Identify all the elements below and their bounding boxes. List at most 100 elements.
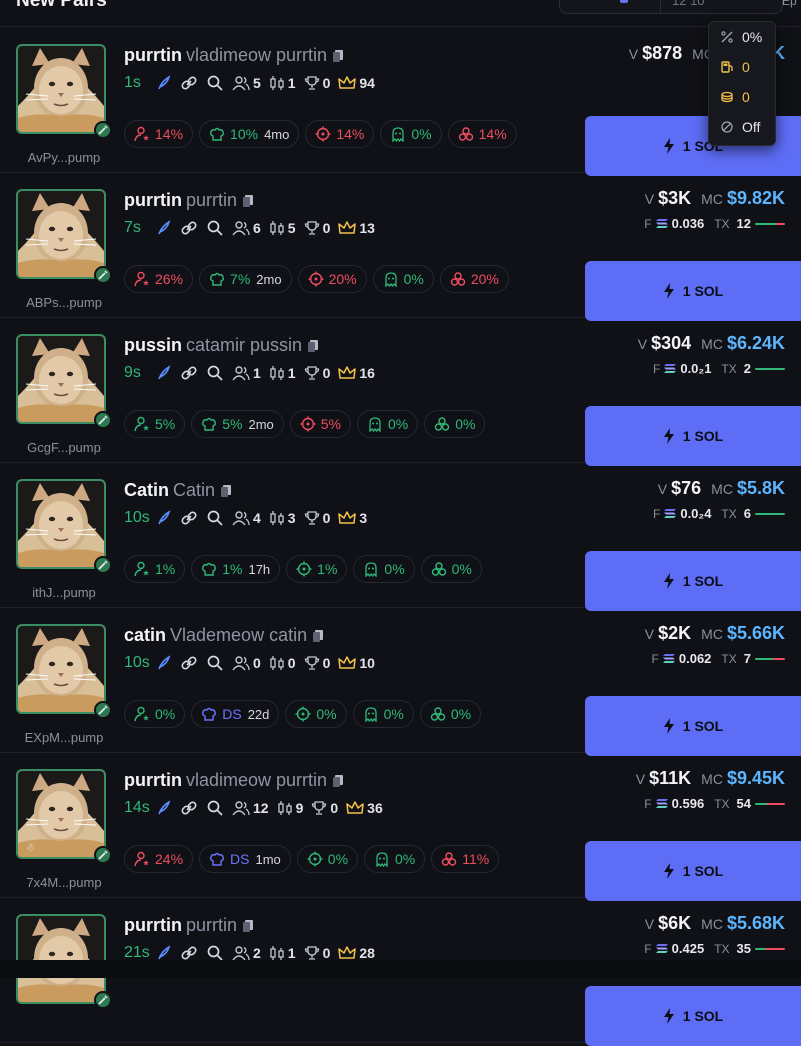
top10-holders-pill[interactable]: 14% [124,120,194,148]
top10-holders-pill[interactable]: 0% [124,700,186,728]
search-icon[interactable] [206,219,224,237]
copy-icon[interactable] [221,485,232,497]
token-avatar[interactable] [16,44,106,134]
users-icon [232,220,253,236]
quill-icon[interactable] [156,365,172,381]
tx-label: TX [721,361,737,376]
snipers-pill[interactable]: 1% [286,555,348,583]
token-avatar[interactable] [16,914,106,1004]
bundlers-pill[interactable]: 0% [420,555,482,583]
header-filter-control[interactable]: 12 10 [559,0,783,14]
search-icon[interactable] [206,509,224,527]
market-cap-value: $5.68K [726,913,785,933]
quick-buy-button[interactable]: 1 SOL [585,696,801,756]
search-icon[interactable] [206,799,224,817]
bundlers-pill[interactable]: 11% [431,845,500,873]
bundlers-pill[interactable]: 14% [447,120,517,148]
dev-holding-pill[interactable]: DS 1mo [199,845,291,873]
quill-icon[interactable] [156,945,172,961]
crown-count: 36 [367,800,383,816]
token-address[interactable]: EXpM...pump [12,730,116,745]
token-row[interactable]: EXpM...pump catin Vlademeow catin 10s 0 0 0 10 0… [0,607,801,756]
dev-holding-pill[interactable]: DS 22d [191,700,280,728]
quick-buy-button[interactable]: 1 SOL [585,551,801,611]
top10-holders-pill[interactable]: 26% [124,265,194,293]
insiders-pill[interactable]: 0% [352,700,414,728]
search-icon[interactable] [206,654,224,672]
link-icon[interactable] [180,799,198,817]
top10-holders-pill[interactable]: 5% [124,410,186,438]
link-icon[interactable] [180,654,198,672]
bundlers-pill[interactable]: 20% [439,265,509,293]
link-icon[interactable] [180,74,198,92]
copy-icon[interactable] [313,630,324,642]
top10-holders-pill[interactable]: 1% [124,555,186,583]
insiders-pill[interactable]: 0% [364,845,426,873]
buy-amount: 1 SOL [682,863,724,879]
token-avatar[interactable]: ☃ [16,769,106,859]
copy-icon[interactable] [333,50,344,62]
snipers-pill[interactable]: 20% [297,265,367,293]
link-icon[interactable] [180,219,198,237]
quick-buy-button[interactable]: 1 SOL [585,406,801,466]
priority-fee-item[interactable]: 0 [720,57,750,77]
dev-holding-pill[interactable]: 5% 2mo [191,410,284,438]
search-icon[interactable] [206,74,224,92]
quick-buy-button[interactable]: 1 SOL [585,841,801,901]
top10-holders-pill[interactable]: 24% [124,845,194,873]
token-row[interactable]: AvPy...pump purrtin vladimeow purrtin 1s 5 1 0… [0,27,801,176]
quill-icon[interactable] [156,220,172,236]
search-icon[interactable] [206,364,224,382]
snipers-pill[interactable]: 0% [285,700,347,728]
pill-value: 7% [230,271,251,287]
token-row[interactable]: ABPs...pump purrtin purrtin 7s 6 5 0 13 26% 7% 2mo… [0,172,801,321]
bundlers-pill[interactable]: 0% [424,410,486,438]
dev-holding-pill[interactable]: 1% 17h [191,555,281,583]
copy-icon[interactable] [243,195,254,207]
token-row[interactable]: ithJ...pump Catin Catin 10s 4 3 0 3 1% 1% 17h 1% 0% 0… [0,462,801,611]
token-avatar[interactable] [16,189,106,279]
quick-buy-button[interactable]: 1 SOL [585,261,801,321]
dev-holding-pill[interactable]: 7% 2mo [199,265,292,293]
token-address[interactable]: ithJ...pump [12,585,116,600]
pill-value: 1% [155,561,176,577]
token-address[interactable]: AvPy...pump [12,150,116,165]
market-cap-value: $9.82K [726,188,785,208]
fee-value: 0.596 [671,796,705,811]
link-icon[interactable] [180,364,198,382]
snipers-pill[interactable]: 5% [289,410,351,438]
insiders-pill[interactable]: 0% [372,265,434,293]
header-extra[interactable]: Ep [782,0,797,8]
token-address[interactable]: GcgF...pump [12,440,116,455]
mev-item[interactable]: Off [720,117,760,137]
lightning-icon [663,138,683,154]
snipers-pill[interactable]: 0% [296,845,359,873]
token-avatar[interactable] [16,479,106,569]
insiders-pill[interactable]: 0% [353,555,415,583]
slippage-item[interactable]: 0% [720,27,762,47]
token-address[interactable]: ABPs...pump [12,295,116,310]
insiders-pill[interactable]: 0% [380,120,442,148]
token-row[interactable]: GcgF...pump pussin catamir pussin 9s 1 1 0 16 5%… [0,317,801,466]
quill-icon[interactable] [156,510,172,526]
trophy-count: 0 [322,655,331,671]
coin-stack-icon [721,91,733,103]
insiders-pill[interactable]: 0% [357,410,419,438]
token-avatar[interactable] [16,334,106,424]
link-icon[interactable] [180,509,198,527]
quick-buy-button[interactable]: 1 SOL [585,986,801,1046]
quill-icon[interactable] [156,800,172,816]
dev-holding-pill[interactable]: 10% 4mo [199,120,300,148]
snipers-pill[interactable]: 14% [305,120,375,148]
holders-stat: 4 [232,510,261,526]
copy-icon[interactable] [243,920,254,932]
token-avatar[interactable] [16,624,106,714]
copy-icon[interactable] [333,775,344,787]
bundlers-pill[interactable]: 0% [419,700,482,728]
token-address[interactable]: 7x4M...pump [12,875,116,890]
bribe-item[interactable]: 0 [720,87,750,107]
quill-icon[interactable] [156,655,172,671]
quill-icon[interactable] [156,75,172,91]
token-row[interactable]: ☃ 7x4M...pump purrtin vladimeow purrtin 14s 1… [0,752,801,901]
copy-icon[interactable] [308,340,319,352]
